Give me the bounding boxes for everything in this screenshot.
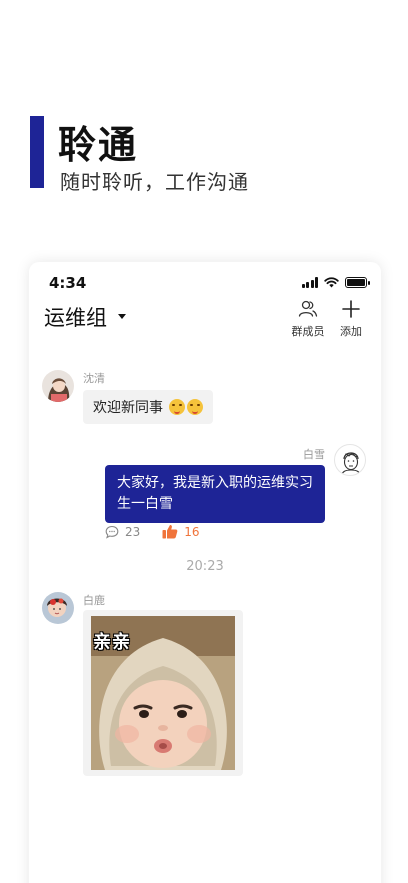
add-label: 添加 (340, 325, 362, 338)
battery-icon (345, 277, 370, 288)
members-label: 群成员 (291, 325, 325, 338)
message-bubble[interactable]: 欢迎新同事 (83, 390, 214, 424)
sender-name: 白雪 (303, 448, 325, 461)
sticker-message[interactable]: 亲亲 (83, 610, 243, 776)
sticker-image: 亲亲 (91, 616, 235, 770)
message-bubble-own[interactable]: 大家好，我是新入职的运维实习生一白雪 (105, 465, 325, 523)
members-button[interactable]: 群成员 (288, 300, 328, 339)
plus-icon (342, 300, 360, 318)
message-text: 大家好，我是新入职的运维实习生一白雪 (117, 475, 313, 512)
message-text: 欢迎新同事 (93, 400, 163, 416)
status-icons (301, 277, 370, 288)
avatar-baixue[interactable] (334, 444, 366, 476)
signal-icon (301, 277, 318, 288)
hero-subtitle: 随时聆听，工作沟通 (60, 170, 249, 194)
status-time: 4:34 (49, 274, 87, 292)
hero-accent-bar (30, 116, 44, 188)
smiling-face-emoji-icon (169, 399, 186, 415)
smiling-face-emoji-icon (187, 399, 204, 415)
like-button[interactable]: 16 (162, 524, 200, 539)
sender-name: 沈清 (83, 372, 105, 385)
chevron-down-icon[interactable] (118, 314, 126, 319)
avatar-shenqing[interactable] (42, 370, 74, 402)
comment-icon (105, 525, 119, 539)
sender-name: 白鹿 (83, 594, 105, 607)
sticker-caption: 亲亲 (93, 632, 131, 653)
like-count: 16 (184, 524, 200, 539)
hero-title: 聆通 (58, 122, 139, 167)
comment-button[interactable]: 23 (105, 525, 140, 539)
wifi-icon (324, 277, 339, 288)
group-title[interactable]: 运维组 (44, 302, 107, 332)
message-reactions: 23 16 (105, 524, 200, 539)
members-icon (298, 300, 318, 317)
status-bar: 4:34 (29, 262, 381, 302)
add-button[interactable]: 添加 (331, 300, 371, 339)
avatar-bailu[interactable] (42, 592, 74, 624)
chat-timestamp: 20:23 (186, 559, 224, 574)
comment-count: 23 (125, 524, 141, 539)
chat-header: 运维组 群成员 添加 (29, 300, 381, 340)
thumbs-up-icon (162, 525, 178, 539)
phone-screen: 4:34 运维组 群成员 添加 沈清 欢迎新同事 白雪 大家好，我是新入职的运维… (29, 262, 381, 883)
